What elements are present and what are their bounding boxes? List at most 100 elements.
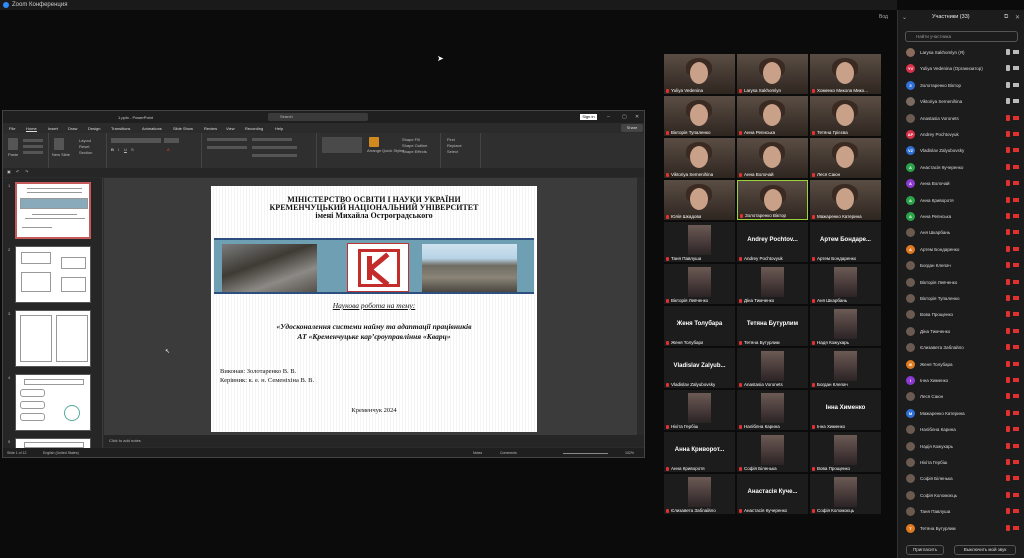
video-tile[interactable]: Анна Волочай — [737, 138, 808, 178]
ppt-share-button[interactable]: Share — [621, 124, 643, 132]
participant-row[interactable]: Таня Павлуша — [898, 503, 1024, 519]
video-tile[interactable]: Анна Репнська — [737, 96, 808, 136]
video-tile[interactable]: Анастасія Куче... Анастасія Кучеренко — [737, 474, 808, 514]
video-tile[interactable]: Леся Саюн — [810, 138, 881, 178]
mic-icon[interactable] — [1006, 524, 1010, 531]
menu-animations[interactable]: Animations — [142, 126, 162, 131]
video-tile[interactable]: Yuliya Vedenina — [664, 54, 735, 94]
camera-icon[interactable] — [1013, 66, 1019, 71]
mic-icon[interactable] — [1006, 311, 1010, 318]
video-tile[interactable]: Юлія Шкадова — [664, 180, 735, 220]
video-tile[interactable]: Діна Тимченко — [737, 264, 808, 304]
mic-icon[interactable] — [1006, 459, 1010, 465]
camera-icon[interactable] — [1013, 230, 1019, 235]
participant-row[interactable]: Наліблна Карина — [898, 421, 1024, 437]
camera-icon[interactable] — [1013, 263, 1019, 268]
participant-row[interactable]: Єлизавета Заблайло — [898, 339, 1024, 355]
mic-icon[interactable] — [1006, 262, 1010, 269]
camera-icon[interactable] — [1013, 345, 1019, 350]
minimize-icon[interactable]: – — [607, 114, 610, 120]
font-size-select[interactable] — [164, 138, 179, 143]
camera-icon[interactable] — [1013, 460, 1019, 464]
camera-icon[interactable] — [1013, 296, 1019, 300]
video-tile[interactable]: Viktoriya Semenihina — [664, 138, 735, 178]
video-tile[interactable]: Золотаренко Віктор — [737, 180, 808, 220]
participant-row[interactable]: Діна Тимченко — [898, 323, 1024, 339]
bullets-button[interactable] — [207, 138, 247, 141]
participant-row[interactable]: І Інна Хименко — [898, 372, 1024, 388]
video-tile[interactable]: Надя Кожухарь — [810, 306, 881, 346]
status-notes-button[interactable]: Notes — [473, 451, 482, 455]
underline-icon[interactable]: U — [124, 147, 127, 152]
mic-icon[interactable] — [1006, 278, 1010, 285]
camera-icon[interactable] — [1013, 492, 1019, 497]
maximize-icon[interactable]: ▢ — [622, 114, 627, 120]
video-tile[interactable]: Софія Коломоєць — [810, 474, 881, 514]
undo-icon[interactable]: ↶ — [16, 169, 19, 174]
mic-icon[interactable] — [1006, 213, 1010, 219]
participant-row[interactable]: Т Тетяна Бутурлим — [898, 520, 1024, 536]
mic-icon[interactable] — [1006, 65, 1010, 72]
slide-thumbnail-3[interactable] — [15, 310, 91, 367]
close-icon[interactable]: ✕ — [635, 114, 639, 120]
mic-icon[interactable] — [1006, 245, 1010, 252]
video-tile[interactable]: Вікторія Тупаленко — [664, 96, 735, 136]
camera-icon[interactable] — [1013, 509, 1019, 514]
video-tile[interactable]: Таня Павлуша — [664, 222, 735, 262]
video-tile[interactable]: Вова Прощенко — [810, 432, 881, 472]
camera-icon[interactable] — [1013, 181, 1019, 186]
participant-row[interactable]: AP Andrey Pochtovyuk — [898, 126, 1024, 142]
participant-row[interactable]: М Мажаренко Катерина — [898, 405, 1024, 421]
video-tile[interactable]: Артем Бондаре... Артем Бондаренко — [810, 222, 881, 262]
participant-row[interactable]: А Анна Криворотя — [898, 192, 1024, 208]
participant-row[interactable]: Софія Біленька — [898, 470, 1024, 486]
align-buttons[interactable] — [207, 146, 247, 149]
zoom-slider[interactable] — [563, 453, 608, 454]
mic-icon[interactable] — [1006, 344, 1010, 351]
shape-fill-button[interactable]: Shape Fill — [402, 137, 420, 142]
slide-thumbnail-2[interactable] — [15, 246, 91, 303]
video-tile[interactable]: Нікіта Гербіш — [664, 390, 735, 430]
camera-icon[interactable] — [1013, 410, 1019, 415]
select-button[interactable]: Select — [447, 149, 458, 154]
mic-icon[interactable] — [1006, 81, 1010, 88]
new-slide-icon[interactable] — [54, 138, 64, 150]
status-zoom-level[interactable]: 102% — [625, 451, 634, 455]
menu-draw[interactable]: Draw — [68, 126, 77, 131]
video-tile[interactable]: Наліблна Карина — [737, 390, 808, 430]
video-tile[interactable]: Vladislav Zalyub... Vladislav Zalyubovsky — [664, 348, 735, 388]
invite-button[interactable]: Пригласить — [906, 545, 944, 555]
participant-row[interactable]: Ж Женя Толубара — [898, 356, 1024, 372]
menu-home[interactable]: Home — [26, 126, 37, 132]
font-color-icon[interactable]: A — [167, 147, 170, 152]
participant-row[interactable]: Вікторія Левченко — [898, 274, 1024, 290]
camera-icon[interactable] — [1013, 378, 1019, 382]
mic-icon[interactable] — [1006, 163, 1010, 170]
participant-row[interactable]: А Артем Бондаренко — [898, 241, 1024, 257]
font-family-select[interactable] — [111, 138, 161, 143]
participant-row[interactable]: Anastasia Voronets — [898, 110, 1024, 126]
mic-icon[interactable] — [1006, 360, 1010, 367]
video-tile[interactable]: Andrey Pochtov... Andrey Pochtovyuk — [737, 222, 808, 262]
participant-row[interactable]: Нікіта Гербіш — [898, 454, 1024, 470]
camera-icon[interactable] — [1013, 197, 1019, 202]
participant-row[interactable]: VZ Vladislav Zalyubovsky — [898, 142, 1024, 158]
camera-icon[interactable] — [1013, 164, 1019, 169]
italic-icon[interactable]: I — [118, 147, 119, 152]
ppt-sign-in-button[interactable]: Sign in — [580, 114, 597, 120]
participant-row[interactable]: YV Yuliya Vedenina (Организатор) — [898, 60, 1024, 76]
save-icon[interactable]: ▣ — [7, 169, 11, 174]
find-button[interactable]: Find — [447, 137, 455, 142]
mic-icon[interactable] — [1006, 180, 1010, 187]
notes-pane[interactable]: Click to add notes — [104, 435, 644, 447]
close-panel-icon[interactable]: ✕ — [1015, 14, 1020, 21]
participant-row[interactable]: Надія Кожухарь — [898, 438, 1024, 454]
shapes-gallery[interactable] — [322, 137, 362, 153]
slide-thumbnail-1[interactable] — [15, 182, 91, 239]
camera-icon[interactable] — [1013, 427, 1019, 432]
menu-recording[interactable]: Recording — [245, 126, 263, 131]
camera-icon[interactable] — [1013, 312, 1019, 317]
popout-icon[interactable]: ⧉ — [1004, 14, 1008, 21]
camera-icon[interactable] — [1013, 115, 1019, 120]
copy-button[interactable] — [23, 145, 43, 148]
